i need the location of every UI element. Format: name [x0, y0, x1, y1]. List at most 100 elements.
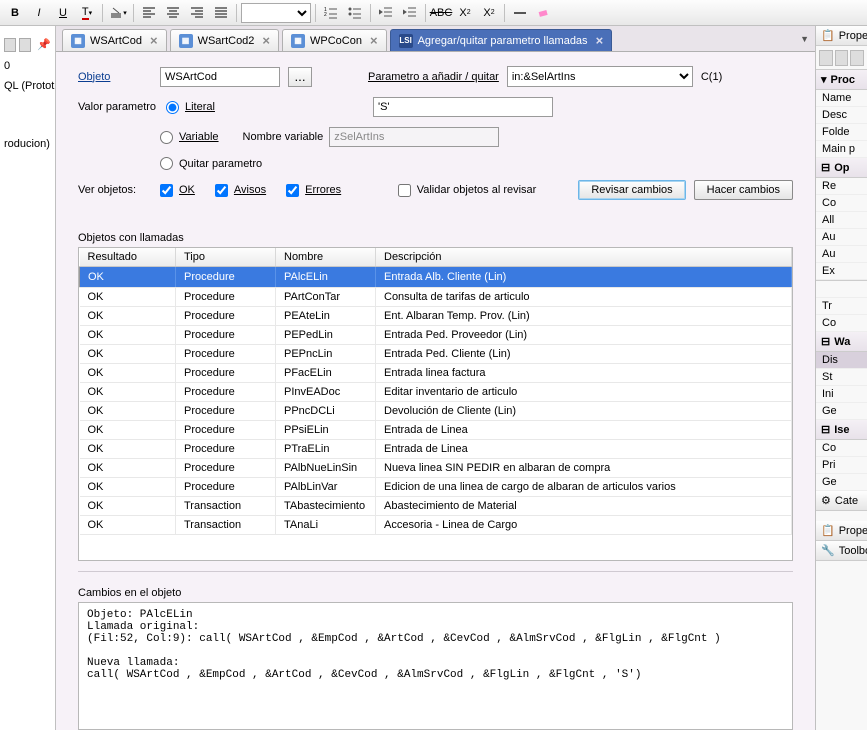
property-item[interactable]: Co — [816, 440, 867, 457]
tab-agregar-quitar[interactable]: LSIAgregar/quitar parametro llamadas× — [390, 29, 613, 51]
tabs-dropdown-icon[interactable]: ▼ — [800, 34, 809, 44]
tab-icon: ▦ — [71, 34, 85, 48]
left-icon2[interactable] — [19, 38, 31, 52]
property-item[interactable]: Folde — [816, 124, 867, 141]
objeto-browse-button[interactable]: ... — [288, 67, 312, 87]
font-color-button[interactable]: T▾ — [76, 2, 98, 24]
formatting-toolbar: B I U T▾ ▾ 12 ABC X2 X2 — [0, 0, 867, 26]
property-item[interactable]: Ex — [816, 263, 867, 280]
table-row[interactable]: OKProcedurePFacELinEntrada linea factura — [80, 364, 792, 383]
list-bullet-button[interactable] — [344, 2, 366, 24]
table-row[interactable]: OKProcedurePTraELinEntrada de Linea — [80, 440, 792, 459]
ise-section[interactable]: ⊟ Ise — [816, 420, 867, 440]
table-row[interactable]: OKProcedurePAlbNueLinSinNueva linea SIN … — [80, 459, 792, 478]
property-item[interactable]: Co — [816, 315, 867, 332]
property-item[interactable]: St — [816, 369, 867, 386]
param-label: Parametro a añadir / quitar — [368, 71, 499, 83]
hacer-button[interactable]: Hacer cambios — [694, 180, 793, 200]
radio-literal[interactable]: Literal — [166, 101, 215, 114]
revisar-button[interactable]: Revisar cambios — [578, 180, 685, 200]
icon-btn[interactable] — [850, 50, 864, 66]
objeto-input[interactable] — [160, 67, 280, 87]
property-item[interactable]: Pri — [816, 457, 867, 474]
close-icon[interactable]: × — [370, 33, 378, 48]
hr-button[interactable] — [509, 2, 531, 24]
properties-icon: 📋 — [821, 29, 835, 42]
property-item[interactable]: Ini — [816, 386, 867, 403]
table-row[interactable]: OKProcedurePAlbLinVarEdicion de una line… — [80, 478, 792, 497]
list-numbered-button[interactable]: 12 — [320, 2, 342, 24]
property-item[interactable]: Au — [816, 246, 867, 263]
fill-button[interactable]: ▾ — [107, 2, 129, 24]
tab-wsartcod2[interactable]: ▦WSartCod2× — [170, 29, 279, 51]
align-right-button[interactable] — [186, 2, 208, 24]
table-row[interactable]: OKProcedurePEPedLinEntrada Ped. Proveedo… — [80, 326, 792, 345]
subscript-button[interactable]: X2 — [454, 2, 476, 24]
properties-toolbar — [816, 46, 867, 70]
close-icon[interactable]: × — [596, 33, 604, 48]
property-item[interactable]: All — [816, 212, 867, 229]
align-left-button[interactable] — [138, 2, 160, 24]
radio-variable[interactable]: Variable — [160, 131, 219, 144]
indent-button[interactable] — [399, 2, 421, 24]
tab-wsartcod[interactable]: ▦WSArtCod× — [62, 29, 167, 51]
property-item[interactable]: Desc — [816, 107, 867, 124]
font-selector[interactable] — [241, 3, 311, 23]
property-item[interactable]: Tr — [816, 298, 867, 315]
close-icon[interactable]: × — [150, 33, 158, 48]
table-row[interactable]: OKProcedurePEAteLinEnt. Albaran Temp. Pr… — [80, 307, 792, 326]
wa-section[interactable]: ⊟ Wa — [816, 332, 867, 352]
properties2-header[interactable]: 📋 Prope — [816, 521, 867, 541]
left-icon1[interactable] — [4, 38, 16, 52]
output-textarea[interactable]: Objeto: PAlcELin Llamada original: (Fil:… — [78, 602, 793, 730]
icon-btn[interactable] — [835, 50, 849, 66]
table-row[interactable]: OKProcedurePInvEADocEditar inventario de… — [80, 383, 792, 402]
property-item[interactable]: Dis — [816, 352, 867, 369]
align-justify-button[interactable] — [210, 2, 232, 24]
property-item[interactable]: Co — [816, 195, 867, 212]
output-title: Cambios en el objeto — [78, 587, 793, 599]
property-item[interactable]: Name — [816, 90, 867, 107]
table-row[interactable]: OKTransactionTAbastecimientoAbastecimien… — [80, 497, 792, 516]
chk-avisos[interactable]: Avisos — [215, 184, 266, 197]
op-section[interactable]: ⊟ Op — [816, 158, 867, 178]
tab-icon: ▦ — [179, 34, 193, 48]
underline-button[interactable]: U — [52, 2, 74, 24]
table-row[interactable]: OKProcedurePAlcELinEntrada Alb. Cliente … — [80, 267, 792, 288]
superscript-button[interactable]: X2 — [478, 2, 500, 24]
table-row[interactable]: OKProcedurePArtConTarConsulta de tarifas… — [80, 288, 792, 307]
pin-icon[interactable]: 📌 — [37, 38, 51, 52]
chk-errores[interactable]: Errores — [286, 184, 341, 197]
table-row[interactable]: OKProcedurePEPncLinEntrada Ped. Cliente … — [80, 345, 792, 364]
property-item[interactable]: Ge — [816, 474, 867, 491]
property-item[interactable]: Re — [816, 178, 867, 195]
strike-button[interactable]: ABC — [430, 2, 452, 24]
eraser-button[interactable] — [533, 2, 555, 24]
toolbox-header[interactable]: 🔧 Toolbo — [816, 541, 867, 561]
property-item[interactable]: Au — [816, 229, 867, 246]
chk-ok[interactable]: OK — [160, 184, 195, 197]
close-icon[interactable]: × — [262, 33, 270, 48]
table-row[interactable]: OKTransactionTAnaLiAccesoria - Linea de … — [80, 516, 792, 535]
properties-header[interactable]: 📋Propert — [816, 26, 867, 46]
tab-wpcocon[interactable]: ▦WPCoCon× — [282, 29, 387, 51]
valor-label: Valor parametro — [78, 101, 158, 113]
table-title: Objetos con llamadas — [78, 232, 815, 244]
radio-quitar[interactable]: Quitar parametro — [160, 157, 262, 170]
italic-button[interactable]: I — [28, 2, 50, 24]
literal-input[interactable] — [373, 97, 553, 117]
outdent-button[interactable] — [375, 2, 397, 24]
align-center-button[interactable] — [162, 2, 184, 24]
objeto-label[interactable]: Objeto — [78, 71, 152, 83]
table-row[interactable]: OKProcedurePPsiELinEntrada de Linea — [80, 421, 792, 440]
bold-button[interactable]: B — [4, 2, 26, 24]
category-header[interactable]: ⚙ Cate — [816, 491, 867, 511]
chk-validar[interactable]: Validar objetos al revisar — [398, 184, 537, 197]
results-table-wrap[interactable]: Resultado Tipo Nombre Descripción OKProc… — [78, 247, 793, 561]
property-item[interactable]: Main p — [816, 141, 867, 158]
param-select[interactable]: in:&SelArtIns — [507, 66, 693, 87]
icon-btn[interactable] — [819, 50, 833, 66]
property-item[interactable]: Ge — [816, 403, 867, 420]
proc-section[interactable]: ▾ Proc — [816, 70, 867, 90]
table-row[interactable]: OKProcedurePPncDCLiDevolución de Cliente… — [80, 402, 792, 421]
